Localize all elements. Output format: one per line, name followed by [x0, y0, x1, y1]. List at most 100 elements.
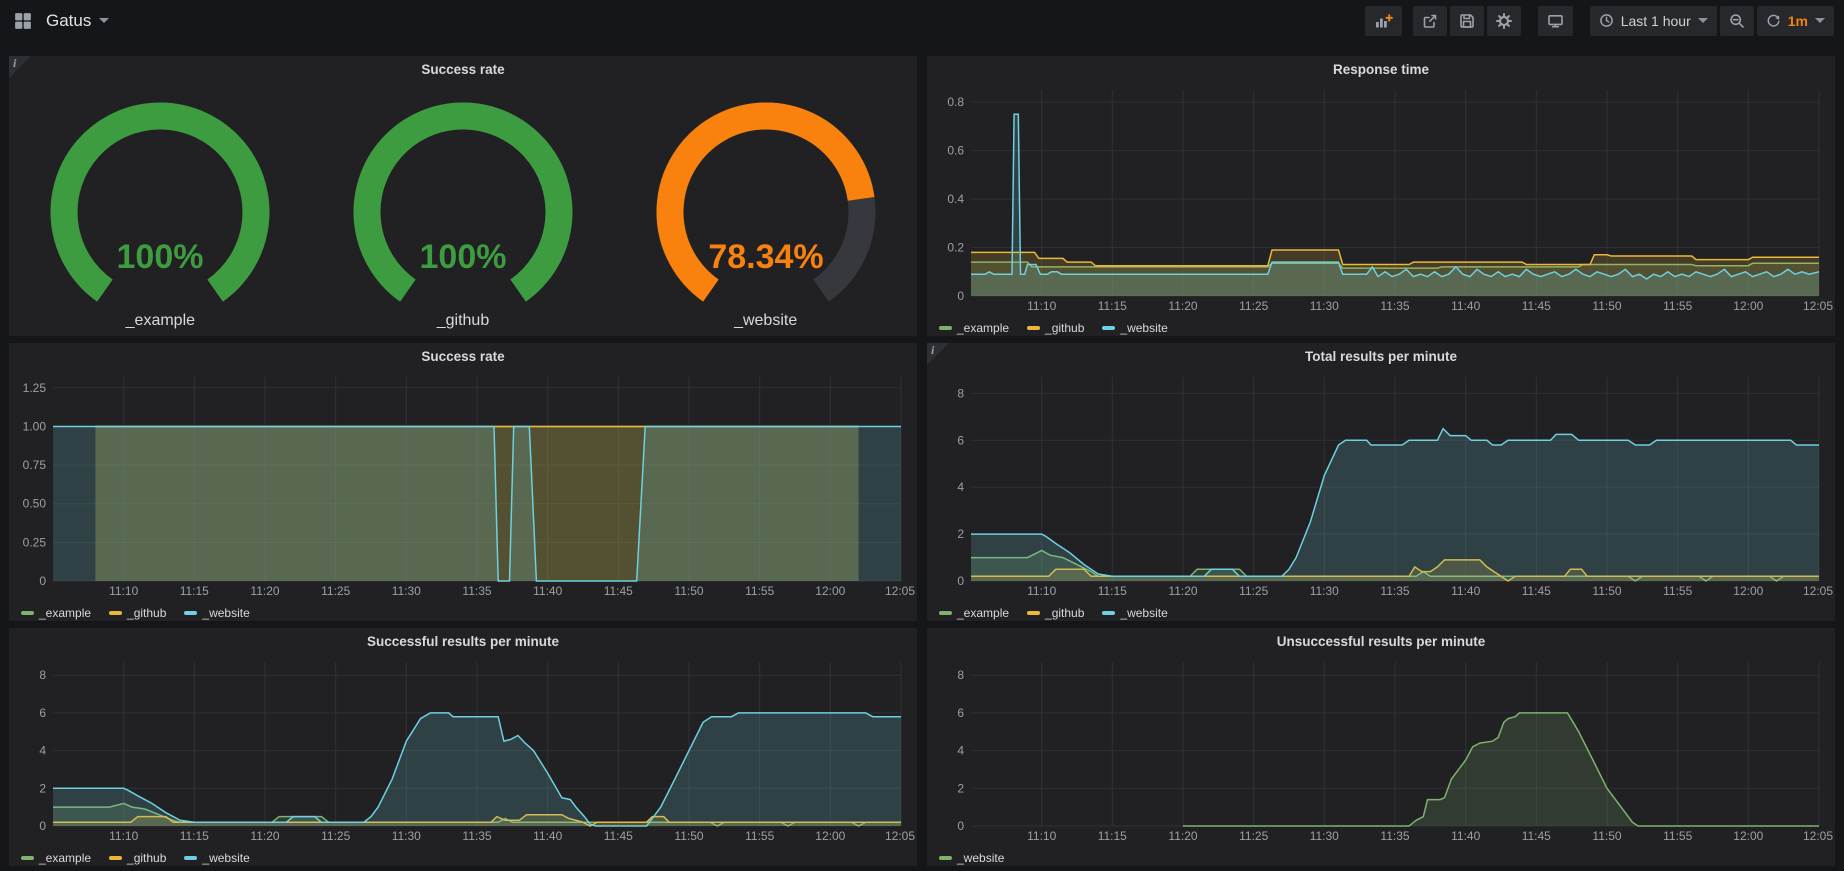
svg-text:4: 4 — [39, 744, 46, 758]
panel-unsuccessful-results: Unsuccessful results per minute 0246811:… — [927, 628, 1835, 866]
legend-item-_github[interactable]: _github — [109, 606, 166, 620]
legend: _example _github _website — [9, 849, 917, 866]
legend-item-_example[interactable]: _example — [939, 606, 1009, 620]
svg-text:11:15: 11:15 — [180, 584, 209, 598]
legend-label: _github — [127, 851, 166, 865]
panel-total-results: i Total results per minute 0246811:1011:… — [927, 343, 1835, 621]
legend-label: _example — [957, 606, 1009, 620]
svg-text:0.8: 0.8 — [947, 95, 964, 109]
legend-item-_github[interactable]: _github — [1027, 606, 1084, 620]
panel-response-time: Response time 00.20.40.60.811:1011:1511:… — [927, 56, 1835, 336]
svg-text:11:55: 11:55 — [1663, 829, 1692, 843]
svg-text:0.2: 0.2 — [947, 241, 964, 255]
legend-label: _github — [1045, 321, 1084, 335]
panel-title[interactable]: Response time — [927, 56, 1835, 82]
settings-button[interactable] — [1487, 6, 1521, 36]
svg-text:11:55: 11:55 — [1663, 299, 1692, 313]
svg-text:11:45: 11:45 — [604, 829, 633, 843]
refresh-button[interactable]: 1m — [1757, 6, 1834, 36]
svg-text:100%: 100% — [117, 238, 204, 276]
legend-item-_website[interactable]: _website — [939, 851, 1004, 865]
svg-text:11:15: 11:15 — [1098, 829, 1127, 843]
svg-text:11:20: 11:20 — [1168, 829, 1197, 843]
panel-title[interactable]: Success rate — [9, 343, 917, 369]
chart-unsuccessful-results[interactable]: 0246811:1011:1511:2011:2511:3011:3511:40… — [927, 654, 1835, 849]
chart-total-results[interactable]: 0246811:1011:1511:2011:2511:3011:3511:40… — [927, 369, 1835, 604]
svg-text:11:45: 11:45 — [1522, 584, 1551, 598]
gauge-_website: 78.34%_website — [615, 86, 917, 330]
svg-text:12:05: 12:05 — [1803, 299, 1833, 313]
svg-text:12:00: 12:00 — [815, 584, 845, 598]
chart-successful-results[interactable]: 0246811:1011:1511:2011:2511:3011:3511:40… — [9, 654, 917, 849]
svg-text:8: 8 — [957, 668, 964, 682]
svg-text:11:25: 11:25 — [1239, 584, 1268, 598]
legend-swatch — [939, 326, 952, 330]
gauge-label: _example — [126, 312, 195, 330]
panel-title[interactable]: Total results per minute — [927, 343, 1835, 369]
legend-item-_website[interactable]: _website — [184, 851, 249, 865]
svg-text:6: 6 — [957, 433, 964, 447]
panel-title[interactable]: Success rate — [9, 56, 917, 82]
dashboard-grid-icon[interactable] — [10, 8, 36, 34]
legend-item-_website[interactable]: _website — [184, 606, 249, 620]
save-icon — [1459, 13, 1475, 29]
legend-item-_github[interactable]: _github — [1027, 321, 1084, 335]
legend-item-_website[interactable]: _website — [1102, 606, 1167, 620]
share-button[interactable] — [1413, 6, 1447, 36]
legend-label: _website — [957, 851, 1004, 865]
svg-text:11:35: 11:35 — [462, 829, 491, 843]
svg-text:11:45: 11:45 — [1522, 829, 1551, 843]
legend-item-_example[interactable]: _example — [21, 851, 91, 865]
svg-text:8: 8 — [39, 668, 46, 682]
legend-swatch — [21, 856, 34, 860]
legend-swatch — [1102, 326, 1115, 330]
svg-text:11:35: 11:35 — [1380, 829, 1409, 843]
svg-text:11:40: 11:40 — [533, 829, 562, 843]
gauge-label: _github — [437, 312, 490, 330]
panel-successful-results: Successful results per minute 0246811:10… — [9, 628, 917, 866]
zoom-out-button[interactable] — [1720, 6, 1754, 36]
legend-item-_github[interactable]: _github — [109, 851, 166, 865]
gauge-row: 100% _example 100% _github 78.34%_website — [9, 82, 917, 336]
legend-swatch — [939, 611, 952, 615]
gauge-_example: 100% _example — [9, 86, 311, 330]
svg-text:11:55: 11:55 — [1663, 584, 1692, 598]
info-corner-icon[interactable]: i — [927, 343, 949, 365]
monitor-icon — [1547, 13, 1564, 29]
tv-mode-button[interactable] — [1538, 6, 1573, 36]
svg-text:100%: 100% — [420, 238, 507, 276]
svg-text:4: 4 — [957, 744, 964, 758]
gauge-label: _website — [734, 312, 797, 330]
svg-text:11:40: 11:40 — [1451, 299, 1480, 313]
legend-label: _example — [39, 851, 91, 865]
svg-text:11:10: 11:10 — [109, 829, 138, 843]
legend-swatch — [1102, 611, 1115, 615]
time-range-button[interactable]: Last 1 hour — [1590, 6, 1717, 36]
svg-text:6: 6 — [39, 706, 46, 720]
chart-response-time[interactable]: 00.20.40.60.811:1011:1511:2011:2511:3011… — [927, 82, 1835, 319]
legend-label: _website — [202, 606, 249, 620]
svg-text:11:55: 11:55 — [745, 584, 774, 598]
svg-text:12:00: 12:00 — [1733, 584, 1763, 598]
svg-text:12:00: 12:00 — [1733, 299, 1763, 313]
legend-item-_example[interactable]: _example — [21, 606, 91, 620]
svg-text:0: 0 — [957, 819, 964, 833]
legend-item-_website[interactable]: _website — [1102, 321, 1167, 335]
svg-text:11:10: 11:10 — [1027, 584, 1056, 598]
chart-success-rate[interactable]: 00.250.500.751.001.2511:1011:1511:2011:2… — [9, 369, 917, 604]
panel-title[interactable]: Successful results per minute — [9, 628, 917, 654]
save-button[interactable] — [1450, 6, 1484, 36]
add-panel-button[interactable] — [1365, 6, 1402, 36]
legend-item-_example[interactable]: _example — [939, 321, 1009, 335]
legend: _example _github _website — [9, 604, 917, 621]
svg-text:2: 2 — [957, 527, 964, 541]
legend-swatch — [1027, 326, 1040, 330]
info-corner-icon[interactable]: i — [9, 56, 31, 78]
svg-text:2: 2 — [39, 781, 46, 795]
dashboard-title-button[interactable]: Gatus — [46, 11, 109, 31]
panel-title[interactable]: Unsuccessful results per minute — [927, 628, 1835, 654]
svg-text:11:30: 11:30 — [1310, 299, 1339, 313]
gear-icon — [1496, 13, 1512, 29]
svg-text:11:50: 11:50 — [674, 829, 703, 843]
svg-text:12:05: 12:05 — [885, 584, 915, 598]
